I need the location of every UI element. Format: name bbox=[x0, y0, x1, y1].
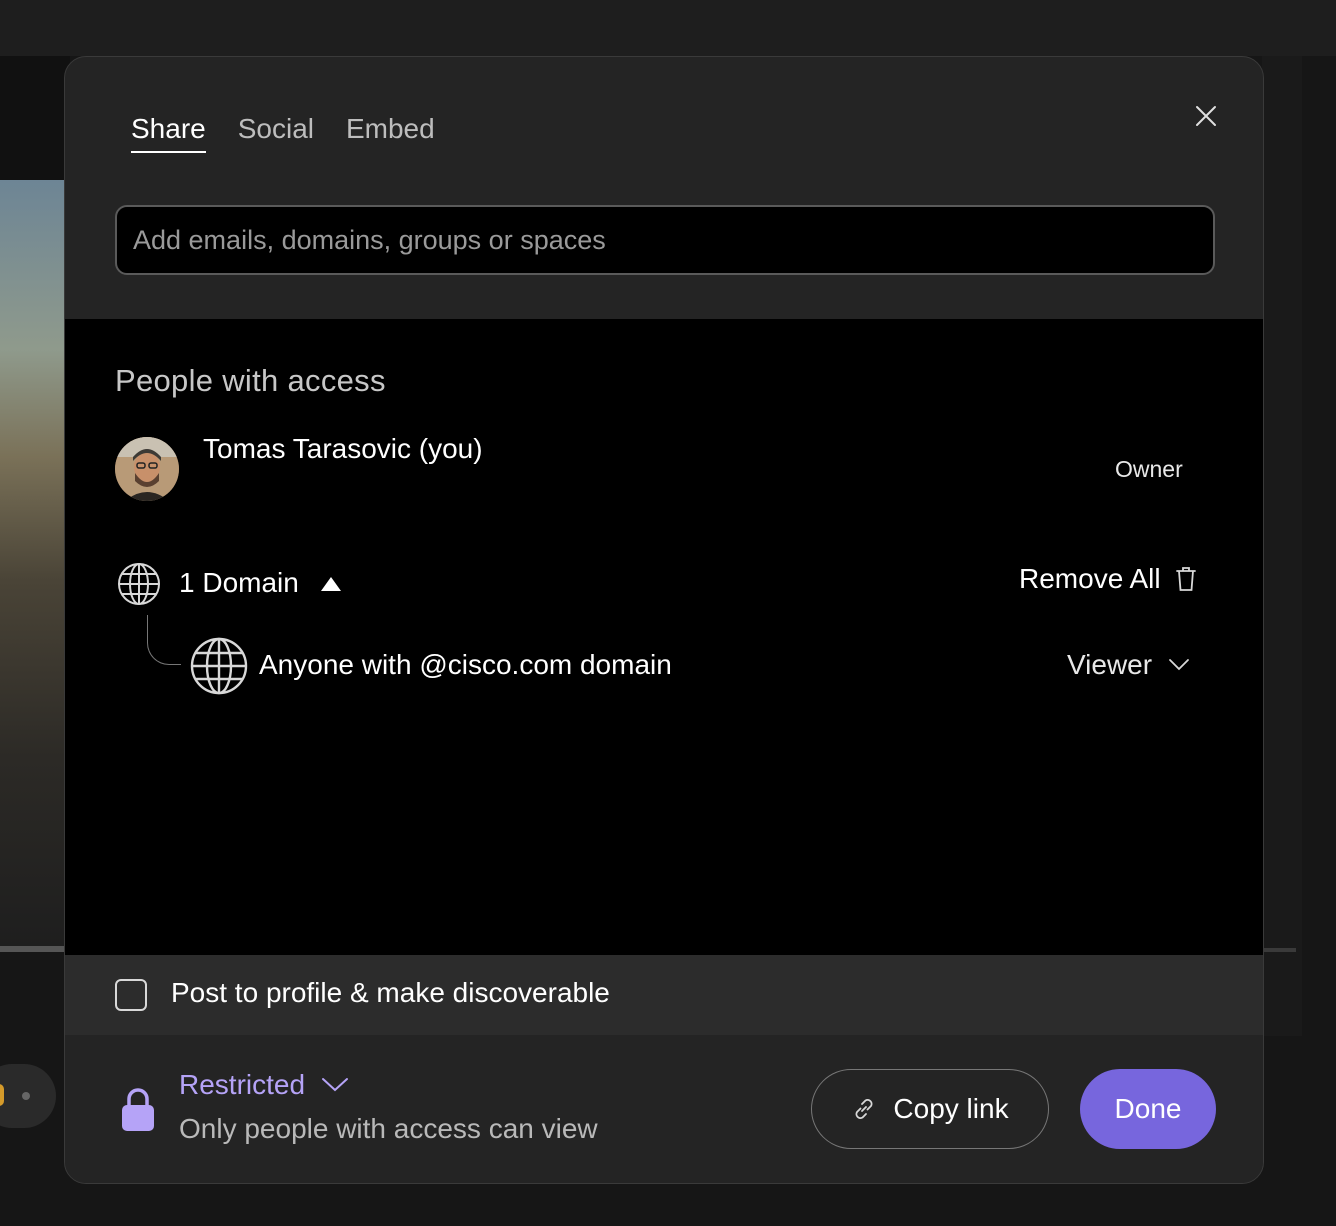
section-title: People with access bbox=[115, 363, 386, 398]
access-panel: People with access Tomas Tarasovic (you)… bbox=[65, 319, 1263, 955]
link-icon bbox=[855, 1099, 873, 1119]
chevron-down-icon bbox=[322, 1078, 349, 1092]
invite-input[interactable] bbox=[115, 205, 1215, 275]
chevron-down-icon bbox=[1169, 659, 1189, 671]
owner-role-label: Owner bbox=[1115, 456, 1183, 482]
role-dropdown[interactable]: Viewer bbox=[1067, 649, 1190, 681]
domain-entry-label: Anyone with @cisco.com domain bbox=[259, 649, 672, 680]
remove-all-button[interactable]: Remove All bbox=[1019, 563, 1197, 595]
post-to-profile-row: Post to profile & make discoverable bbox=[65, 955, 1263, 1035]
background-video-dark bbox=[0, 56, 70, 180]
access-level-dropdown[interactable]: Restricted bbox=[179, 1069, 349, 1101]
trash-icon bbox=[1175, 567, 1196, 591]
post-to-profile-label: Post to profile & make discoverable bbox=[171, 977, 610, 1008]
background-scrubber-right bbox=[1262, 948, 1296, 952]
globe-icon bbox=[118, 563, 160, 605]
tree-connector bbox=[147, 615, 181, 665]
caret-up-icon[interactable] bbox=[320, 575, 342, 593]
close-icon bbox=[1196, 106, 1216, 126]
access-level-description: Only people with access can view bbox=[179, 1113, 598, 1144]
done-button[interactable]: Done bbox=[1080, 1069, 1216, 1149]
background-topbar bbox=[0, 0, 1336, 56]
background-scrubber bbox=[0, 946, 70, 952]
role-dropdown-value: Viewer bbox=[1067, 649, 1153, 680]
tab-social[interactable]: Social bbox=[238, 113, 314, 153]
share-tabs: Share Social Embed bbox=[131, 113, 435, 153]
background-chip-dot bbox=[22, 1092, 30, 1100]
share-footer: Restricted Only people with access can v… bbox=[65, 1035, 1263, 1183]
post-to-profile-checkbox[interactable] bbox=[115, 979, 147, 1011]
copy-link-label: Copy link bbox=[893, 1093, 1009, 1124]
remove-all-label: Remove All bbox=[1019, 563, 1161, 594]
close-button[interactable] bbox=[1191, 101, 1221, 131]
globe-icon bbox=[190, 637, 248, 695]
access-level-value: Restricted bbox=[179, 1069, 306, 1100]
background-chip-accent bbox=[0, 1084, 4, 1106]
background-video-thumbnail bbox=[0, 180, 70, 950]
copy-link-button[interactable]: Copy link bbox=[811, 1069, 1049, 1149]
person-name: Tomas Tarasovic (you) bbox=[203, 433, 483, 464]
tab-embed[interactable]: Embed bbox=[346, 113, 435, 153]
domain-group-label: 1 Domain bbox=[179, 567, 299, 598]
background-right-panel bbox=[1262, 56, 1302, 1036]
tab-share[interactable]: Share bbox=[131, 113, 206, 153]
avatar bbox=[115, 437, 179, 501]
lock-icon bbox=[122, 1088, 154, 1131]
share-dialog: Share Social Embed People with access To… bbox=[64, 56, 1264, 1184]
